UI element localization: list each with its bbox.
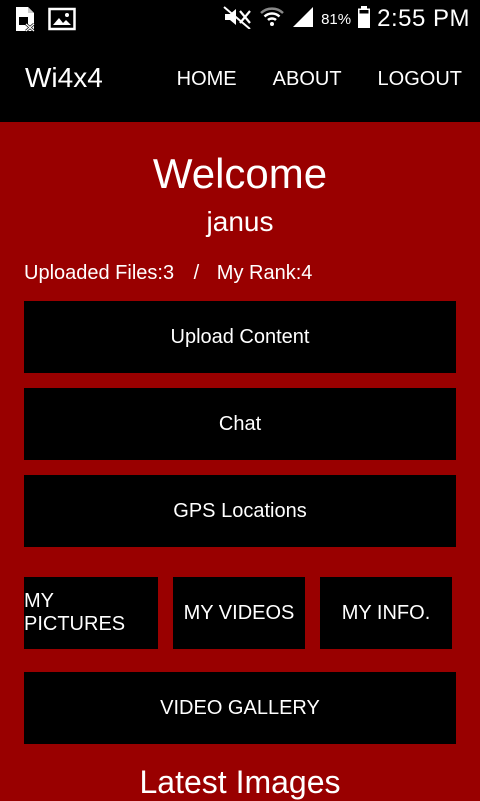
- my-videos-button[interactable]: MY VIDEOS: [173, 577, 305, 649]
- stats-separator: /: [193, 262, 200, 284]
- app-brand[interactable]: Wi4x4: [25, 62, 103, 94]
- app-header: Wi4x4 HOME ABOUT LOGOUT: [0, 38, 480, 122]
- image-icon: [48, 7, 76, 35]
- welcome-title: Welcome: [152, 150, 328, 197]
- gps-locations-button[interactable]: GPS Locations: [24, 475, 456, 547]
- nav-home[interactable]: HOME: [177, 68, 237, 91]
- my-pictures-button[interactable]: MY PICTURES: [24, 577, 158, 649]
- wifi-icon: [259, 4, 285, 34]
- nav-about[interactable]: ABOUT: [273, 68, 342, 91]
- nav-menu: HOME ABOUT LOGOUT: [177, 68, 462, 91]
- my-rank: My Rank:4: [216, 262, 313, 284]
- signal-icon: [291, 5, 315, 33]
- nav-logout[interactable]: LOGOUT: [378, 68, 462, 91]
- upload-content-button[interactable]: Upload Content: [24, 301, 456, 373]
- uploaded-files: Uploaded Files:3: [24, 262, 175, 284]
- status-bar: 81% 2:55 PM: [0, 0, 480, 38]
- user-stats: Uploaded Files:3 / My Rank:4: [24, 262, 312, 285]
- mute-icon: [223, 5, 253, 33]
- status-right-icons: 81% 2:55 PM: [223, 4, 470, 34]
- clock: 2:55 PM: [377, 5, 470, 32]
- username: janus: [206, 206, 274, 237]
- battery-icon: [357, 5, 371, 33]
- battery-percent: 81%: [321, 10, 352, 28]
- status-left-icons: [14, 6, 76, 36]
- file-blocked-icon: [14, 6, 36, 36]
- my-info-button[interactable]: MY INFO.: [320, 577, 452, 649]
- video-gallery-button[interactable]: VIDEO GALLERY: [24, 672, 456, 744]
- latest-images-heading: Latest Images: [139, 764, 341, 800]
- chat-button[interactable]: Chat: [24, 388, 456, 460]
- main-content: Welcome janus Uploaded Files:3 / My Rank…: [0, 122, 480, 800]
